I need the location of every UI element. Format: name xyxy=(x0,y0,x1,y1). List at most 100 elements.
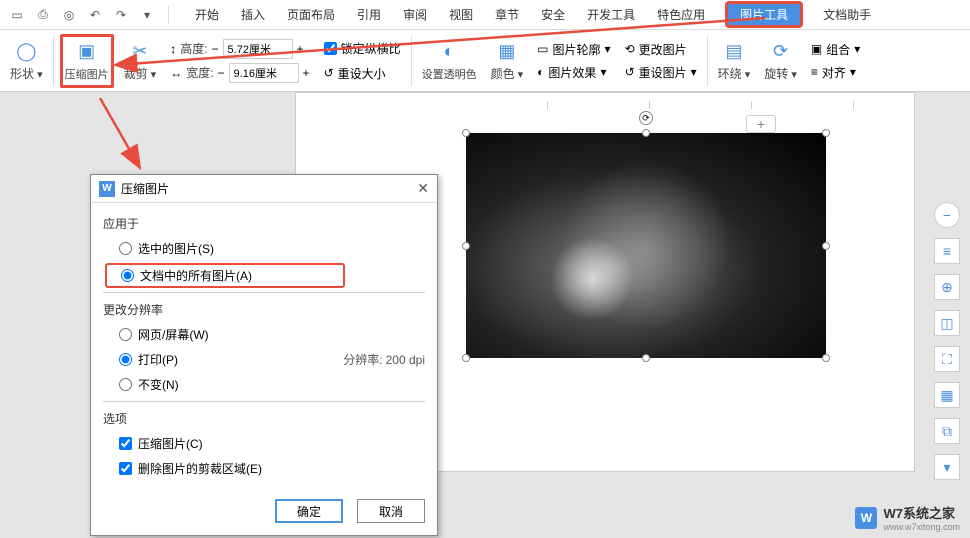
dialog-titlebar[interactable]: W 压缩图片 ✕ xyxy=(91,175,437,203)
outline-icon: ▭ xyxy=(537,42,548,56)
rotate-group[interactable]: ⟳ 旋转 ▾ xyxy=(760,34,801,88)
wrap-label: 环绕 xyxy=(718,67,742,81)
picture-effects[interactable]: ◐ 图片效果 ▾ xyxy=(537,64,610,81)
color-icon: ▦ xyxy=(495,39,519,63)
check-delete-input[interactable] xyxy=(119,462,132,475)
resize-handle-br[interactable] xyxy=(822,354,830,362)
minus[interactable]: − xyxy=(218,66,225,80)
rotate-handle[interactable]: ⟳ xyxy=(639,111,653,125)
lock-ratio-label: 锁定纵横比 xyxy=(341,40,401,57)
crop-group[interactable]: ✂ 裁剪 ▾ xyxy=(120,34,161,88)
tab-dev-tools[interactable]: 开发工具 xyxy=(585,2,637,27)
check-compress-input[interactable] xyxy=(119,437,132,450)
effects-icon: ◐ xyxy=(537,65,544,79)
plus[interactable]: + xyxy=(303,66,310,80)
height-input[interactable]: 5.72厘米 xyxy=(223,39,293,59)
check-delete-cropped[interactable]: 删除图片的剪裁区域(E) xyxy=(103,456,425,481)
tab-review[interactable]: 审阅 xyxy=(401,2,429,27)
plus[interactable]: + xyxy=(297,42,304,56)
undo-icon[interactable]: ↶ xyxy=(86,6,104,24)
save-icon[interactable]: ▭ xyxy=(8,6,26,24)
radio-web[interactable]: 网页/屏幕(W) xyxy=(103,322,425,347)
layers-tool[interactable]: ▦ xyxy=(934,382,960,408)
resize-handle-ml[interactable] xyxy=(462,242,470,250)
color-label: 颜色 xyxy=(491,67,515,81)
align-button[interactable]: ≡ 对齐 ▾ xyxy=(811,64,860,81)
lock-ratio[interactable]: 锁定纵横比 xyxy=(324,40,401,57)
close-icon[interactable]: ✕ xyxy=(417,180,429,197)
tab-special[interactable]: 特色应用 xyxy=(655,2,707,27)
print-preview-icon[interactable]: ◎ xyxy=(60,6,78,24)
tab-view[interactable]: 视图 xyxy=(447,2,475,27)
dropdown-icon[interactable]: ▾ xyxy=(138,6,156,24)
tab-insert[interactable]: 插入 xyxy=(239,2,267,27)
lock-ratio-checkbox[interactable] xyxy=(324,42,337,55)
change-label: 更改图片 xyxy=(639,41,687,58)
crop-tool[interactable]: ◫ xyxy=(934,310,960,336)
change-picture[interactable]: ⟲ 更改图片 xyxy=(625,41,697,58)
rotate-icon: ⟳ xyxy=(769,39,793,63)
tab-page-layout[interactable]: 页面布局 xyxy=(285,2,337,27)
compress-dialog: W 压缩图片 ✕ 应用于 选中的图片(S) 文档中的所有图片(A) 更改分辨率 … xyxy=(90,174,438,536)
radio-print-input[interactable] xyxy=(119,353,132,366)
resize-handle-mr[interactable] xyxy=(822,242,830,250)
resize-handle-tc[interactable] xyxy=(642,129,650,137)
layout-tool[interactable]: ≡ xyxy=(934,238,960,264)
transparent-color[interactable]: ◐ 设置透明色 xyxy=(418,34,481,88)
compress-picture-button[interactable]: ▣ 压缩图片 xyxy=(60,34,114,88)
radio-selected-pictures[interactable]: 选中的图片(S) xyxy=(103,236,425,261)
tab-security[interactable]: 安全 xyxy=(539,2,567,27)
picture-outline[interactable]: ▭ 图片轮廓 ▾ xyxy=(537,41,610,58)
resolution-section-label: 更改分辨率 xyxy=(103,297,425,322)
print-icon[interactable]: ⎙ xyxy=(34,6,52,24)
radio-web-input[interactable] xyxy=(119,328,132,341)
width-icon: ↔ xyxy=(170,66,182,80)
resize-handle-bc[interactable] xyxy=(642,354,650,362)
more-tool[interactable]: ▾ xyxy=(934,454,960,480)
dpi-value: 200 dpi xyxy=(386,353,425,367)
group-button[interactable]: ▣ 组合 ▾ xyxy=(811,41,860,58)
reset-picture[interactable]: ↺ 重设图片 ▾ xyxy=(625,64,697,81)
zoom-in-tool[interactable]: ⊕ xyxy=(934,274,960,300)
color-group[interactable]: ▦ 颜色 ▾ xyxy=(487,34,528,88)
tab-chapter[interactable]: 章节 xyxy=(493,2,521,27)
redo-icon[interactable]: ↷ xyxy=(112,6,130,24)
dialog-body: 应用于 选中的图片(S) 文档中的所有图片(A) 更改分辨率 网页/屏幕(W) … xyxy=(91,203,437,489)
radio-web-label: 网页/屏幕(W) xyxy=(138,326,209,343)
height-label: 高度: xyxy=(180,40,207,57)
quick-access-toolbar: ▭ ⎙ ◎ ↶ ↷ ▾ 开始 插入 页面布局 引用 审阅 视图 章节 安全 开发… xyxy=(0,0,970,30)
tab-doc-helper[interactable]: 文档助手 xyxy=(821,2,873,27)
rotate-label: 旋转 xyxy=(764,67,788,81)
ok-button[interactable]: 确定 xyxy=(275,499,343,523)
cancel-button[interactable]: 取消 xyxy=(357,499,425,523)
width-input[interactable]: 9.16厘米 xyxy=(229,63,299,83)
radio-selected[interactable] xyxy=(119,242,132,255)
check-delete-label: 删除图片的剪裁区域(E) xyxy=(138,460,262,477)
width-label: 宽度: xyxy=(186,64,213,81)
radio-print[interactable]: 打印(P) 分辨率: 200 dpi xyxy=(103,347,425,372)
resize-handle-tr[interactable] xyxy=(822,129,830,137)
shape-label: 形状 xyxy=(10,67,34,81)
minus[interactable]: − xyxy=(212,42,219,56)
expand-tool[interactable]: ⛶ xyxy=(934,346,960,372)
wrap-group[interactable]: ▤ 环绕 ▾ xyxy=(714,34,755,88)
tab-picture-tools[interactable]: 图片工具 xyxy=(725,1,803,28)
tab-references[interactable]: 引用 xyxy=(355,2,383,27)
check-compress[interactable]: 压缩图片(C) xyxy=(103,431,425,456)
reset-pic-label: 重设图片 xyxy=(639,64,687,81)
watermark: W W7系统之家 www.w7xitong.com xyxy=(855,503,960,532)
copy-tool[interactable]: ⧉ xyxy=(934,418,960,444)
tab-start[interactable]: 开始 xyxy=(193,2,221,27)
zoom-out-tool[interactable]: − xyxy=(934,202,960,228)
shape-group[interactable]: ◯ 形状 ▾ xyxy=(6,34,47,88)
reset-size[interactable]: ↺ 重设大小 xyxy=(324,65,401,82)
radio-nochange-input[interactable] xyxy=(119,378,132,391)
resize-handle-bl[interactable] xyxy=(462,354,470,362)
resize-handle-tl[interactable] xyxy=(462,129,470,137)
radio-all-pictures[interactable]: 文档中的所有图片(A) xyxy=(105,263,345,288)
radio-no-change[interactable]: 不变(N) xyxy=(103,372,425,397)
radio-all[interactable] xyxy=(121,269,134,282)
add-button[interactable]: + xyxy=(746,115,776,133)
selected-image[interactable]: ⟳ xyxy=(466,133,826,358)
reset-size-label: 重设大小 xyxy=(338,65,386,82)
